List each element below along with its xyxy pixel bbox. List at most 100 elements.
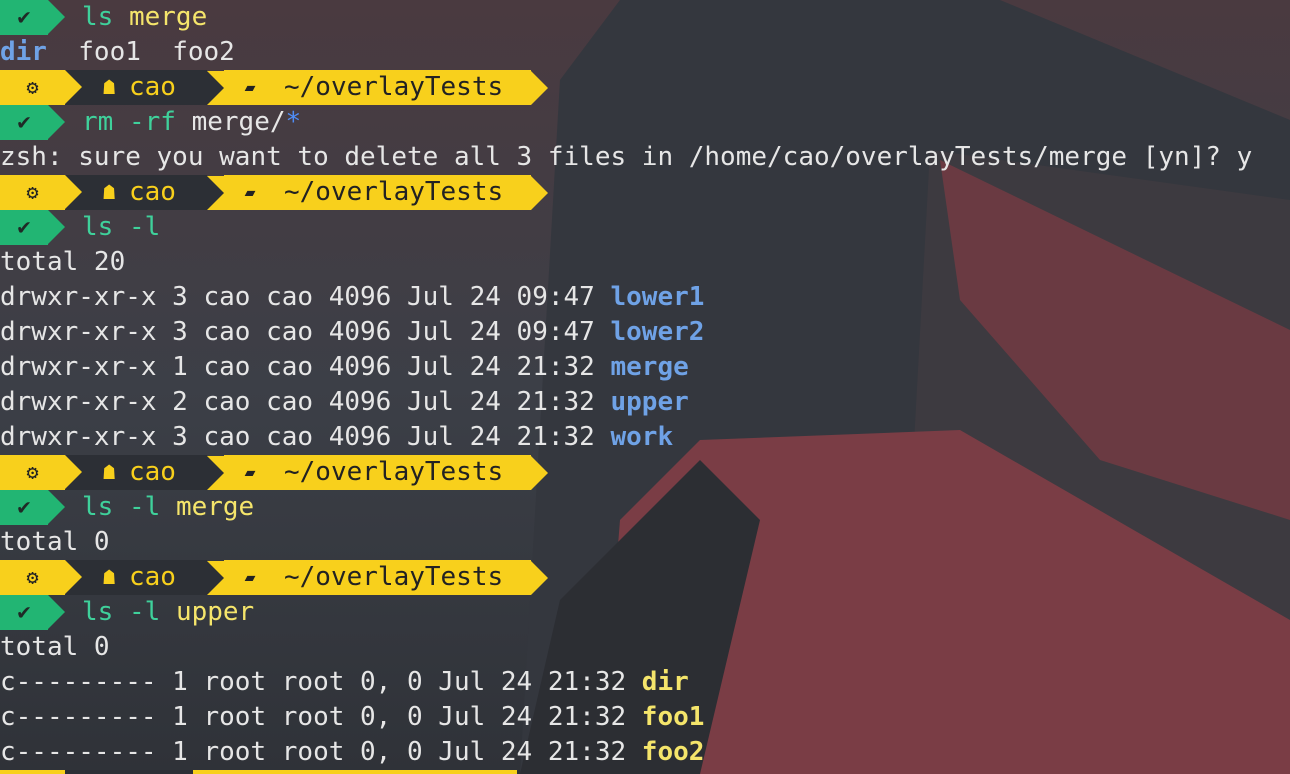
command-arg: upper	[175, 597, 255, 627]
device-entry: dir	[641, 667, 689, 697]
command-name: ls	[82, 597, 114, 627]
command-flag: -l	[128, 212, 161, 242]
listing-row: drwxr-xr-x 3 cao cao 4096 Jul 24 09:47 l…	[0, 315, 704, 350]
prompt-bar-partial	[0, 770, 517, 774]
segment-end	[531, 455, 548, 490]
prompt-username: cao	[129, 72, 176, 102]
command-line: ✔ ls -l upper	[0, 595, 254, 630]
command-line: ✔ rm -rf merge/*	[0, 105, 301, 140]
output-line: total 0	[0, 630, 110, 665]
command-arg: merge	[175, 492, 255, 522]
listing-row: drwxr-xr-x 3 cao cao 4096 Jul 24 21:32 w…	[0, 420, 673, 455]
dir-entry: upper	[610, 387, 689, 417]
command-name: ls	[82, 492, 114, 522]
folder-icon: ▰	[244, 182, 256, 203]
command-name: ls	[82, 212, 114, 242]
output-line: total 20	[0, 245, 125, 280]
dir-entry: merge	[610, 352, 689, 382]
command-flag: -l	[128, 597, 161, 627]
prompt-user: ☗ cao	[93, 175, 207, 210]
command-glob: *	[285, 107, 302, 137]
listing-row: drwxr-xr-x 3 cao cao 4096 Jul 24 09:47 l…	[0, 280, 704, 315]
listing-row: c--------- 1 root root 0, 0 Jul 24 21:32…	[0, 735, 704, 770]
prompt-username: cao	[129, 562, 176, 592]
command-flag: -rf	[128, 107, 176, 137]
output-line: total 0	[0, 525, 110, 560]
output-line: zsh: sure you want to delete all 3 files…	[0, 140, 1252, 175]
command-arg: merge	[128, 2, 208, 32]
command-line: ✔ ls -l merge	[0, 490, 254, 525]
device-entry: foo1	[641, 702, 705, 732]
ubuntu-icon: ⚙	[0, 455, 65, 490]
prompt-username: cao	[129, 177, 176, 207]
listing-row: c--------- 1 root root 0, 0 Jul 24 21:32…	[0, 665, 689, 700]
prompt-bar: ⚙ ☗ cao ▰ ~/overlayTests	[0, 70, 548, 105]
segment-end	[531, 175, 548, 210]
segment-separator	[65, 70, 93, 105]
check-icon: ✔	[0, 595, 65, 630]
output-line: dir foo1 foo2	[0, 35, 235, 70]
prompt-path: ~/overlayTests	[284, 177, 504, 207]
segment-end	[531, 560, 548, 595]
segment-separator	[207, 175, 224, 210]
segment-separator	[65, 175, 93, 210]
segment-separator	[65, 455, 93, 490]
prompt-user: ☗ cao	[93, 70, 207, 105]
command-flag: -l	[128, 492, 161, 522]
prompt-dir: ▰ ~/overlayTests	[224, 455, 531, 490]
check-icon: ✔	[0, 0, 65, 35]
check-icon: ✔	[0, 210, 65, 245]
listing-meta: drwxr-xr-x 3 cao cao 4096 Jul 24 09:47	[0, 317, 611, 347]
folder-icon: ▰	[244, 462, 256, 483]
prompt-dir: ▰ ~/overlayTests	[224, 175, 531, 210]
command-line: ✔ ls -l	[0, 210, 160, 245]
command-line: ✔ ls merge	[0, 0, 207, 35]
total-line: total 20	[0, 247, 126, 277]
listing-row: c--------- 1 root root 0, 0 Jul 24 21:32…	[0, 700, 704, 735]
listing-meta: drwxr-xr-x 2 cao cao 4096 Jul 24 21:32	[0, 387, 611, 417]
listing-row: drwxr-xr-x 1 cao cao 4096 Jul 24 21:32 m…	[0, 350, 689, 385]
segment-separator	[207, 560, 224, 595]
prompt-bar: ⚙ ☗ cao ▰ ~/overlayTests	[0, 175, 548, 210]
prompt-path: ~/overlayTests	[284, 562, 504, 592]
prompt-bar: ⚙ ☗ cao ▰ ~/overlayTests	[0, 455, 548, 490]
user-icon: ☗	[102, 75, 116, 99]
segment-end	[531, 70, 548, 105]
terminal-window[interactable]: ✔ ls merge dir foo1 foo2 ⚙ ☗ cao ▰ ~/overl…	[0, 0, 1290, 774]
ubuntu-icon: ⚙	[0, 560, 65, 595]
prompt-bar: ⚙ ☗ cao ▰ ~/overlayTests	[0, 560, 548, 595]
prompt-dir: ▰ ~/overlayTests	[224, 70, 531, 105]
ubuntu-icon: ⚙	[0, 175, 65, 210]
file-entry: foo1	[78, 37, 141, 67]
command-arg: merge/	[191, 107, 286, 137]
ubuntu-icon: ⚙	[0, 70, 65, 105]
check-icon: ✔	[0, 490, 65, 525]
user-icon: ☗	[102, 460, 116, 484]
listing-meta: c--------- 1 root root 0, 0 Jul 24 21:32	[0, 737, 642, 767]
total-line: total 0	[0, 632, 110, 662]
prompt-user: ☗ cao	[93, 455, 207, 490]
listing-meta: drwxr-xr-x 1 cao cao 4096 Jul 24 21:32	[0, 352, 611, 382]
prompt-dir: ▰ ~/overlayTests	[224, 560, 531, 595]
listing-meta: drwxr-xr-x 3 cao cao 4096 Jul 24 21:32	[0, 422, 611, 452]
listing-meta: drwxr-xr-x 3 cao cao 4096 Jul 24 09:47	[0, 282, 611, 312]
file-entry: foo2	[172, 37, 235, 67]
dir-entry: work	[610, 422, 674, 452]
prompt-user: ☗ cao	[93, 560, 207, 595]
command-name: ls	[82, 2, 114, 32]
total-line: total 0	[0, 527, 110, 557]
check-icon: ✔	[0, 105, 65, 140]
folder-icon: ▰	[244, 77, 256, 98]
user-icon: ☗	[102, 180, 116, 204]
listing-meta: c--------- 1 root root 0, 0 Jul 24 21:32	[0, 702, 642, 732]
segment-separator	[65, 560, 93, 595]
dir-entry: dir	[0, 37, 47, 67]
listing-meta: c--------- 1 root root 0, 0 Jul 24 21:32	[0, 667, 642, 697]
dir-entry: lower2	[610, 317, 705, 347]
folder-icon: ▰	[244, 567, 256, 588]
segment-separator	[207, 455, 224, 490]
prompt-username: cao	[129, 457, 176, 487]
segment-separator	[207, 70, 224, 105]
prompt-path: ~/overlayTests	[284, 457, 504, 487]
listing-row: drwxr-xr-x 2 cao cao 4096 Jul 24 21:32 u…	[0, 385, 689, 420]
